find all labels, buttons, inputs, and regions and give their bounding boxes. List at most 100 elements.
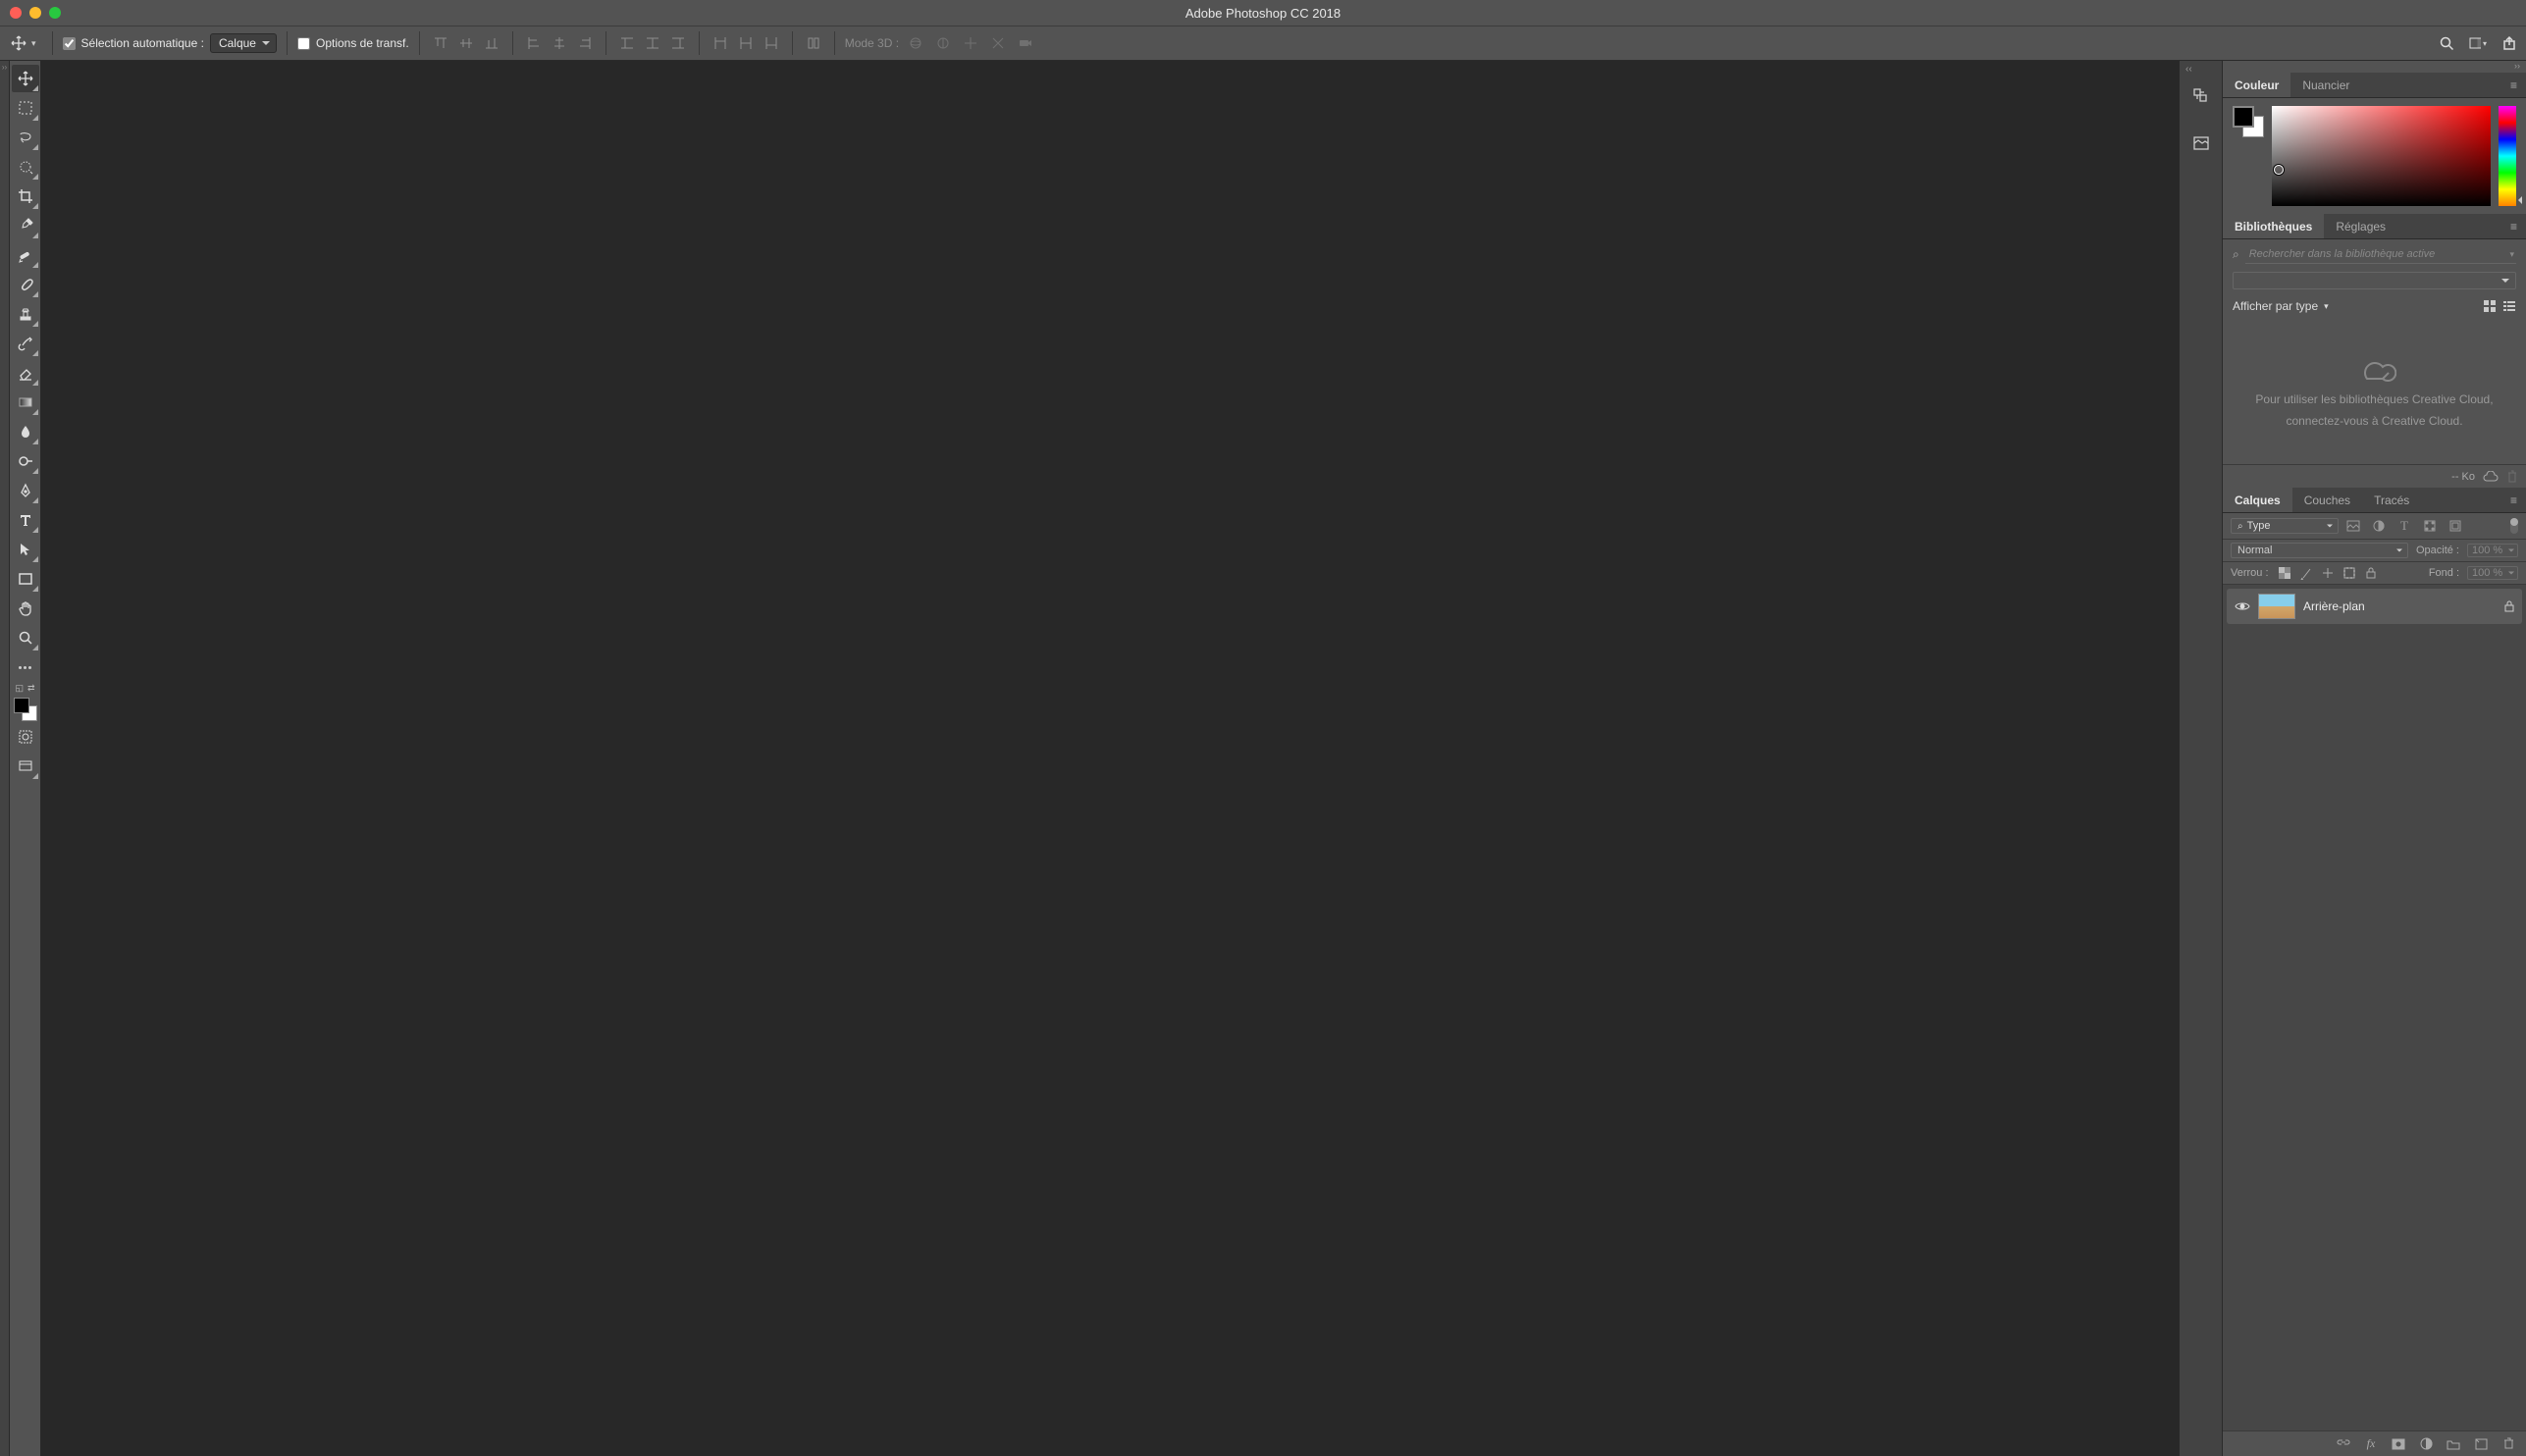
color-panel-swatches[interactable] xyxy=(2233,106,2264,137)
libraries-search-input[interactable] xyxy=(2245,245,2516,264)
panel-foreground-swatch[interactable] xyxy=(2233,106,2254,128)
lock-image-icon[interactable] xyxy=(2298,565,2314,581)
default-colors-icon[interactable]: ◱ xyxy=(16,683,25,694)
foreground-background-colors[interactable] xyxy=(14,698,37,721)
transform-controls-input[interactable] xyxy=(297,37,310,50)
frame-options-icon[interactable]: ▾ xyxy=(2469,34,2487,52)
new-group-icon[interactable] xyxy=(2446,1436,2461,1452)
rectangle-tool[interactable] xyxy=(12,565,39,593)
3d-roll-icon[interactable] xyxy=(932,32,954,54)
layer-name[interactable]: Arrière-plan xyxy=(2303,599,2497,613)
tab-paths[interactable]: Tracés xyxy=(2362,488,2421,512)
delete-layer-icon[interactable] xyxy=(2500,1436,2516,1452)
cloud-sync-icon[interactable] xyxy=(2483,471,2499,483)
blur-tool[interactable] xyxy=(12,418,39,445)
hand-tool[interactable] xyxy=(12,595,39,622)
3d-camera-icon[interactable] xyxy=(1015,32,1036,54)
adjustment-layer-icon[interactable] xyxy=(2418,1436,2434,1452)
auto-select-checkbox[interactable]: Sélection automatique : xyxy=(63,36,204,50)
lock-position-icon[interactable] xyxy=(2320,565,2336,581)
move-tool[interactable] xyxy=(12,65,39,92)
layer-list[interactable]: Arrière-plan xyxy=(2223,585,2526,1430)
marquee-tool[interactable] xyxy=(12,94,39,122)
distribute-hcenter-icon[interactable] xyxy=(735,32,757,54)
dodge-tool[interactable] xyxy=(12,447,39,475)
history-brush-tool[interactable] xyxy=(12,330,39,357)
lock-artboard-icon[interactable] xyxy=(2342,565,2357,581)
3d-slide-icon[interactable] xyxy=(987,32,1009,54)
opacity-field[interactable]: 100 % xyxy=(2467,544,2518,557)
edit-toolbar[interactable] xyxy=(12,653,39,681)
display-by-type-label[interactable]: Afficher par type xyxy=(2233,299,2318,313)
search-icon[interactable] xyxy=(2438,34,2455,52)
lock-all-icon[interactable] xyxy=(2363,565,2379,581)
layer-item-background[interactable]: Arrière-plan xyxy=(2227,589,2522,624)
filter-type-icon[interactable]: T xyxy=(2394,517,2415,535)
expand-dock-icon[interactable]: ‹‹ xyxy=(2180,61,2195,78)
fill-field[interactable]: 100 % xyxy=(2467,566,2518,580)
distribute-left-icon[interactable] xyxy=(710,32,731,54)
properties-panel-icon[interactable] xyxy=(2186,129,2216,158)
layer-filter-toggle[interactable] xyxy=(2510,518,2518,534)
3d-pan-icon[interactable] xyxy=(960,32,981,54)
color-panel-menu-icon[interactable]: ≡ xyxy=(2502,78,2526,92)
chevron-down-icon[interactable]: ▾ xyxy=(2324,301,2329,312)
filter-adjustment-icon[interactable] xyxy=(2368,517,2390,535)
share-icon[interactable] xyxy=(2500,34,2518,52)
collapse-panels-icon[interactable]: ›› xyxy=(2514,61,2520,73)
3d-orbit-icon[interactable] xyxy=(905,32,926,54)
distribute-top-icon[interactable] xyxy=(616,32,638,54)
libraries-panel-menu-icon[interactable]: ≡ xyxy=(2502,220,2526,234)
align-right-edges-icon[interactable] xyxy=(574,32,596,54)
blend-mode-dropdown[interactable]: Normal xyxy=(2231,543,2408,558)
filter-pixel-icon[interactable] xyxy=(2342,517,2364,535)
hue-slider[interactable] xyxy=(2499,106,2516,206)
eraser-tool[interactable] xyxy=(12,359,39,387)
distribute-vcenter-icon[interactable] xyxy=(642,32,663,54)
layer-style-icon[interactable]: fx xyxy=(2363,1436,2379,1452)
auto-select-input[interactable] xyxy=(63,37,76,50)
filter-smart-icon[interactable] xyxy=(2445,517,2466,535)
align-bottom-edges-icon[interactable] xyxy=(481,32,502,54)
maximize-window-button[interactable] xyxy=(49,7,61,19)
tab-libraries[interactable]: Bibliothèques xyxy=(2223,214,2324,238)
distribute-right-icon[interactable] xyxy=(761,32,782,54)
filter-shape-icon[interactable] xyxy=(2419,517,2441,535)
align-top-edges-icon[interactable] xyxy=(430,32,451,54)
distribute-bottom-icon[interactable] xyxy=(667,32,689,54)
crop-tool[interactable] xyxy=(12,182,39,210)
zoom-tool[interactable] xyxy=(12,624,39,651)
left-gutter[interactable]: ›› xyxy=(0,61,10,1456)
lock-transparency-icon[interactable] xyxy=(2277,565,2292,581)
layer-filter-kind-dropdown[interactable]: ⌕ Type xyxy=(2231,518,2339,534)
quick-selection-tool[interactable] xyxy=(12,153,39,181)
link-layers-icon[interactable] xyxy=(2336,1436,2351,1452)
path-selection-tool[interactable] xyxy=(12,536,39,563)
chevron-down-icon[interactable]: ▾ xyxy=(2509,249,2514,260)
healing-brush-tool[interactable] xyxy=(12,241,39,269)
current-tool-indicator[interactable]: ▾ xyxy=(8,32,42,54)
lasso-tool[interactable] xyxy=(12,124,39,151)
align-left-edges-icon[interactable] xyxy=(523,32,545,54)
grid-view-icon[interactable] xyxy=(2483,299,2497,313)
brush-tool[interactable] xyxy=(12,271,39,298)
tab-channels[interactable]: Couches xyxy=(2292,488,2362,512)
transform-controls-checkbox[interactable]: Options de transf. xyxy=(297,36,409,50)
layer-visibility-icon[interactable] xyxy=(2235,600,2250,612)
layers-panel-menu-icon[interactable]: ≡ xyxy=(2502,494,2526,507)
clone-stamp-tool[interactable] xyxy=(12,300,39,328)
foreground-color-swatch[interactable] xyxy=(14,698,29,713)
tab-color[interactable]: Couleur xyxy=(2223,73,2290,97)
layer-mask-icon[interactable] xyxy=(2391,1436,2406,1452)
type-tool[interactable] xyxy=(12,506,39,534)
tab-layers[interactable]: Calques xyxy=(2223,488,2292,512)
history-panel-icon[interactable] xyxy=(2186,81,2216,111)
trash-icon[interactable] xyxy=(2506,470,2518,484)
close-window-button[interactable] xyxy=(10,7,22,19)
libraries-select-dropdown[interactable] xyxy=(2233,272,2516,289)
auto-select-target-dropdown[interactable]: Calque xyxy=(210,33,277,53)
new-layer-icon[interactable] xyxy=(2473,1436,2489,1452)
eyedropper-tool[interactable] xyxy=(12,212,39,239)
color-field-picker[interactable] xyxy=(2272,106,2491,206)
tab-adjustments[interactable]: Réglages xyxy=(2324,214,2397,238)
